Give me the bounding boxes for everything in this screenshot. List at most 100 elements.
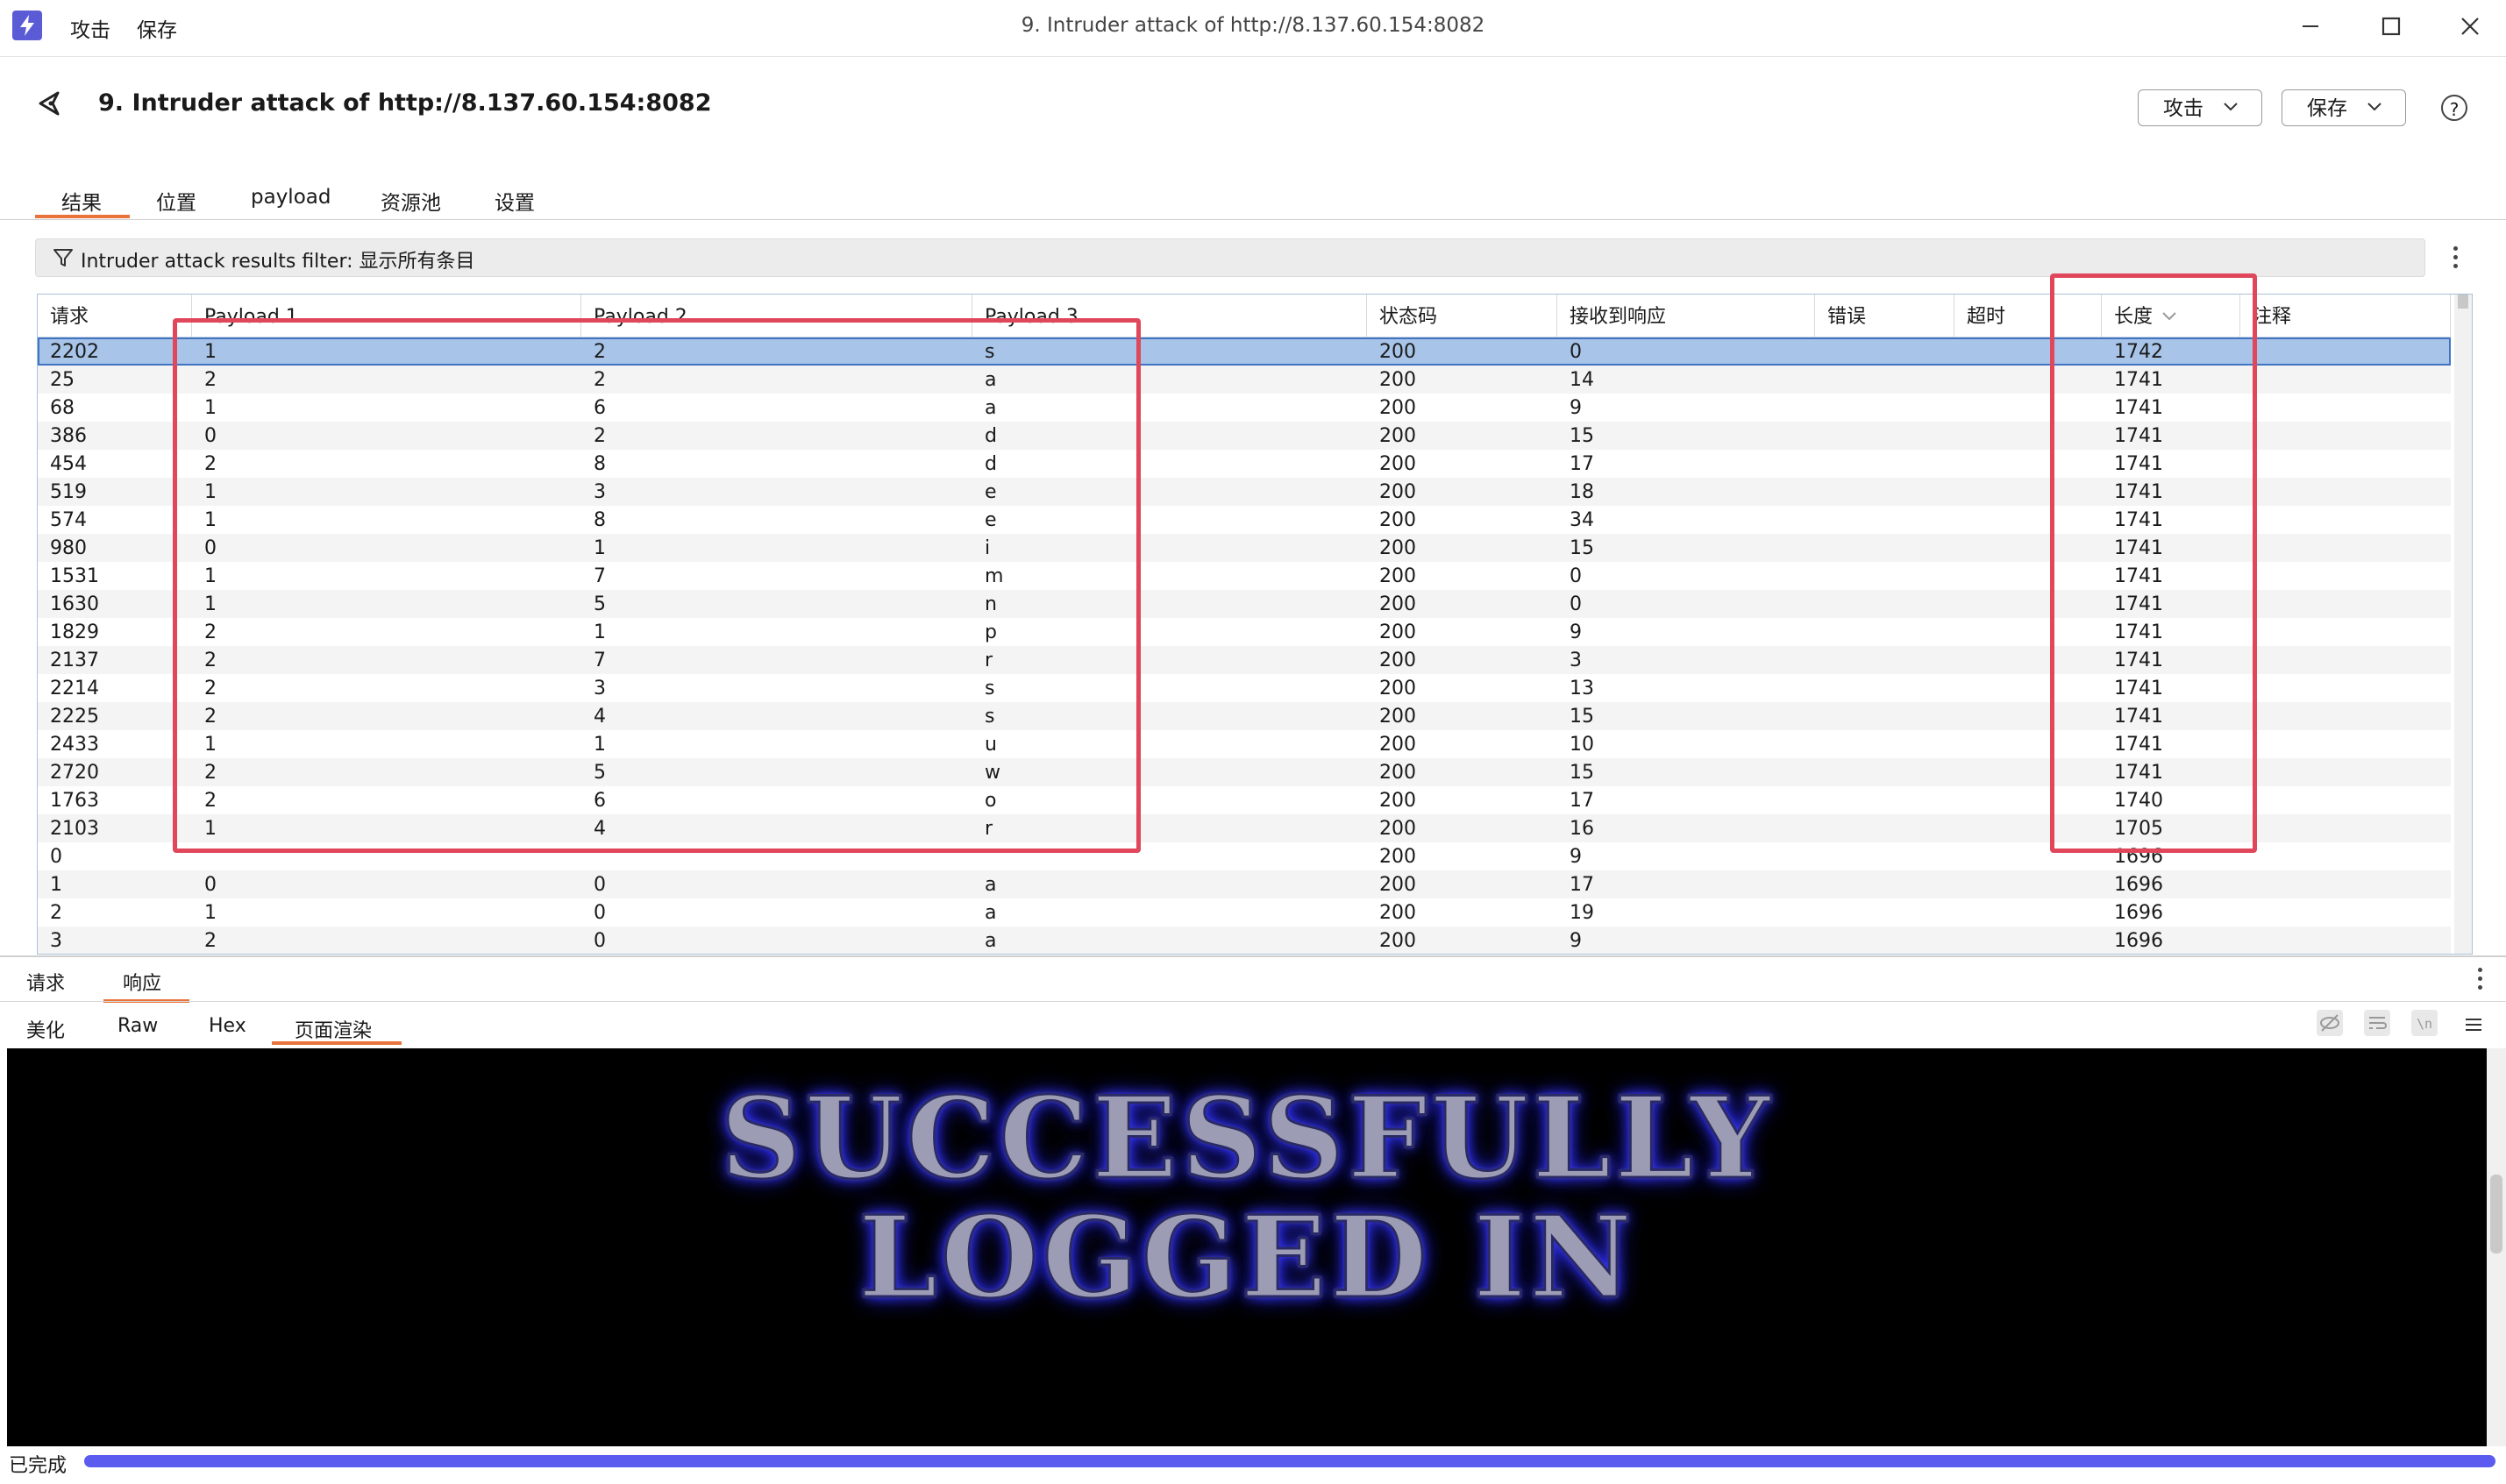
table-row[interactable]: 2 1 0 a 200 19 1696 bbox=[38, 898, 2451, 927]
column-header[interactable]: 请求 bbox=[38, 295, 192, 337]
progress-bar bbox=[84, 1455, 2495, 1467]
panel-more-options-icon[interactable] bbox=[2478, 968, 2483, 994]
table-cell: 200 bbox=[1379, 706, 1416, 728]
maximize-button[interactable] bbox=[2364, 7, 2417, 46]
table-cell: 25 bbox=[50, 369, 75, 391]
table-cell: 0 bbox=[594, 874, 606, 896]
table-cell: 3 bbox=[1570, 650, 1582, 671]
table-cell: 200 bbox=[1379, 874, 1416, 896]
window-title: 9. Intruder attack of http://8.137.60.15… bbox=[1021, 14, 1485, 37]
attack-button-label: 攻击 bbox=[2163, 97, 2203, 120]
table-cell: 2202 bbox=[50, 341, 99, 363]
table-cell: 34 bbox=[1570, 509, 1594, 531]
table-cell: 1829 bbox=[50, 621, 99, 643]
table-cell: 9 bbox=[1570, 846, 1582, 868]
table-cell: 10 bbox=[1570, 734, 1594, 756]
table-cell: 1531 bbox=[50, 565, 99, 587]
table-cell: 13 bbox=[1570, 678, 1594, 699]
table-cell: 200 bbox=[1379, 593, 1416, 615]
table-cell: 980 bbox=[50, 537, 87, 559]
view-render[interactable]: 页面渲染 bbox=[295, 1015, 372, 1043]
table-cell: 1 bbox=[50, 874, 62, 896]
length-highlight-box bbox=[2050, 273, 2257, 853]
tab-settings[interactable]: 设置 bbox=[495, 186, 535, 216]
table-cell: 0 bbox=[204, 874, 217, 896]
table-cell: 200 bbox=[1379, 537, 1416, 559]
column-header[interactable]: 接收到响应 bbox=[1557, 295, 1815, 337]
table-cell: 574 bbox=[50, 509, 87, 531]
table-cell: 16 bbox=[1570, 818, 1594, 840]
table-cell: 200 bbox=[1379, 818, 1416, 840]
table-cell: 454 bbox=[50, 453, 87, 475]
hide-icon[interactable] bbox=[2317, 1010, 2343, 1036]
table-cell: 519 bbox=[50, 481, 87, 503]
table-cell: 200 bbox=[1379, 930, 1416, 952]
minimize-icon bbox=[2303, 25, 2318, 27]
table-scroll-thumb[interactable] bbox=[2458, 295, 2468, 309]
tab-resource-pool[interactable]: 资源池 bbox=[381, 186, 441, 216]
table-cell: 1696 bbox=[2114, 874, 2163, 896]
table-cell: 200 bbox=[1379, 481, 1416, 503]
table-cell: 2433 bbox=[50, 734, 99, 756]
more-options-icon[interactable] bbox=[2453, 246, 2459, 273]
table-cell: 200 bbox=[1379, 762, 1416, 784]
tab-payloads[interactable]: payload bbox=[251, 186, 331, 209]
tab-request[interactable]: 请求 bbox=[26, 968, 65, 996]
close-button[interactable] bbox=[2443, 7, 2495, 46]
tab-positions[interactable]: 位置 bbox=[156, 186, 196, 216]
table-row[interactable]: 1 0 0 a 200 17 1696 bbox=[38, 870, 2451, 898]
column-header[interactable]: 错误 bbox=[1815, 295, 1954, 337]
subtabs-divider bbox=[0, 1001, 2506, 1002]
render-scroll-thumb[interactable] bbox=[2490, 1175, 2502, 1253]
render-line-1: SUCCESSFULLY bbox=[719, 1072, 1774, 1206]
maximize-icon bbox=[2381, 17, 2401, 36]
save-button-label: 保存 bbox=[2307, 97, 2347, 120]
chevron-down-icon bbox=[2224, 103, 2238, 111]
column-header[interactable]: 注释 bbox=[2240, 295, 2451, 337]
table-cell: 3 bbox=[50, 930, 62, 952]
table-cell: 1696 bbox=[2114, 902, 2163, 924]
table-cell: 2103 bbox=[50, 818, 99, 840]
view-pretty[interactable]: 美化 bbox=[26, 1015, 65, 1043]
help-icon[interactable]: ? bbox=[2441, 95, 2467, 121]
table-cell: 2720 bbox=[50, 762, 99, 784]
table-cell: a bbox=[985, 874, 997, 896]
column-header[interactable]: 状态码 bbox=[1367, 295, 1557, 337]
table-cell: 15 bbox=[1570, 706, 1594, 728]
table-cell: 386 bbox=[50, 425, 87, 447]
table-cell: 2 bbox=[50, 902, 62, 924]
active-tab-indicator bbox=[35, 215, 130, 218]
table-cell: 0 bbox=[1570, 593, 1582, 615]
table-cell: 17 bbox=[1570, 874, 1594, 896]
table-cell: 1696 bbox=[2114, 930, 2163, 952]
minimize-button[interactable] bbox=[2283, 7, 2336, 46]
table-cell: 18 bbox=[1570, 481, 1594, 503]
table-scrollbar[interactable] bbox=[2454, 295, 2472, 954]
view-hex[interactable]: Hex bbox=[209, 1015, 246, 1037]
save-button[interactable]: 保存 bbox=[2282, 89, 2406, 126]
tab-response[interactable]: 响应 bbox=[123, 968, 161, 996]
table-cell: 200 bbox=[1379, 397, 1416, 419]
table-cell: 9 bbox=[1570, 930, 1582, 952]
table-cell: 0 bbox=[1570, 341, 1582, 363]
wrap-icon[interactable] bbox=[2364, 1010, 2390, 1036]
rendered-response: SUCCESSFULLY LOGGED IN bbox=[7, 1048, 2487, 1446]
table-cell: 15 bbox=[1570, 425, 1594, 447]
payload-highlight-box bbox=[173, 318, 1141, 853]
panel-divider[interactable] bbox=[0, 955, 2506, 957]
view-raw[interactable]: Raw bbox=[117, 1015, 158, 1037]
newline-icon[interactable]: \n bbox=[2411, 1010, 2438, 1036]
table-cell: 0 bbox=[594, 902, 606, 924]
table-cell: 15 bbox=[1570, 762, 1594, 784]
table-cell: a bbox=[985, 930, 997, 952]
table-cell: 9 bbox=[1570, 621, 1582, 643]
menu-icon[interactable] bbox=[2464, 1015, 2483, 1038]
intruder-target-icon bbox=[33, 88, 65, 123]
tab-results[interactable]: 结果 bbox=[61, 186, 102, 216]
table-cell: 1763 bbox=[50, 790, 99, 812]
table-cell: 1 bbox=[204, 902, 217, 924]
table-row[interactable]: 3 2 0 a 200 9 1696 bbox=[38, 927, 2451, 954]
attack-button[interactable]: 攻击 bbox=[2138, 89, 2262, 126]
table-cell: 200 bbox=[1379, 790, 1416, 812]
table-cell: 9 bbox=[1570, 397, 1582, 419]
